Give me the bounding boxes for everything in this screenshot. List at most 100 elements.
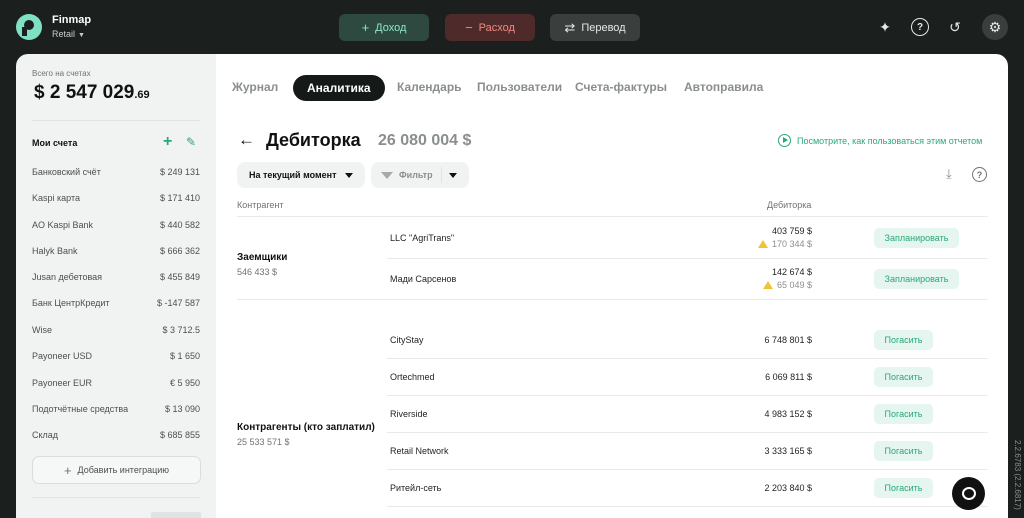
- account-row[interactable]: Payoneer USD $ 1 650: [32, 351, 200, 365]
- group-sum: 25 533 571 $: [237, 437, 290, 447]
- account-balance: $ 171 410: [159, 193, 200, 203]
- tab-analytics[interactable]: Аналитика: [293, 75, 385, 101]
- period-label: На текущий момент: [249, 170, 337, 180]
- repay-button[interactable]: Погасить: [874, 330, 933, 350]
- help-icon[interactable]: ?: [911, 18, 929, 36]
- counterparty-name[interactable]: Ритейл-сеть: [390, 483, 441, 493]
- column-header-receivable: Дебиторка: [767, 200, 812, 210]
- account-name: Payoneer USD: [32, 351, 93, 361]
- back-arrow-icon[interactable]: ←: [238, 130, 255, 150]
- total-balance-value: $ 2 547 029.69: [34, 82, 150, 104]
- history-icon[interactable]: ↺: [946, 18, 964, 36]
- account-row[interactable]: Подотчётные средства $ 13 090: [32, 404, 200, 418]
- divider: [387, 506, 988, 507]
- download-icon[interactable]: ⤓: [946, 166, 952, 182]
- add-income-button[interactable]: + Доход: [339, 14, 429, 41]
- add-income-label: Доход: [375, 21, 407, 34]
- report-help-icon[interactable]: ?: [972, 167, 987, 182]
- tab-users[interactable]: Пользователи: [477, 80, 562, 94]
- divider: [387, 395, 988, 396]
- schedule-button[interactable]: Запланировать: [874, 228, 959, 248]
- group-name: Контрагенты (кто заплатил): [237, 422, 375, 433]
- plus-icon: +: [361, 20, 370, 35]
- filter-icon: [381, 171, 393, 179]
- sparkle-icon[interactable]: ✦: [876, 18, 894, 36]
- repay-button[interactable]: Погасить: [874, 367, 933, 387]
- add-transfer-button[interactable]: ⇄ Перевод: [550, 14, 640, 41]
- workspace-name: Retail: [52, 29, 76, 39]
- account-balance: $ 685 855: [159, 430, 200, 440]
- main-panel: Журнал Аналитика Календарь Пользователи …: [216, 54, 1008, 518]
- account-name: AO Kaspi Bank: [32, 220, 94, 230]
- total-balance-main: $ 2 547 029: [34, 82, 135, 103]
- report-total: 26 080 004 $: [378, 132, 472, 149]
- version-text: 2.2.6783 (2.2.6817): [1013, 440, 1022, 510]
- account-balance: $ 3 712.5: [162, 325, 200, 335]
- chat-button[interactable]: [952, 477, 985, 510]
- tab-calendar[interactable]: Календарь: [397, 80, 462, 94]
- caret-down-icon[interactable]: [449, 173, 457, 178]
- schedule-button[interactable]: Запланировать: [874, 269, 959, 289]
- account-row[interactable]: Halyk Bank $ 666 362: [32, 246, 200, 260]
- account-name: Подотчётные средства: [32, 404, 129, 414]
- repay-button[interactable]: Погасить: [874, 478, 933, 498]
- overdue-value: 170 344 $: [771, 239, 812, 249]
- account-row[interactable]: Склад $ 685 855: [32, 430, 200, 444]
- divider: [387, 358, 988, 359]
- divider: [237, 299, 988, 300]
- account-row[interactable]: Wise $ 3 712.5: [32, 325, 200, 339]
- group-sum: 546 433 $: [237, 267, 278, 277]
- warning-icon: [762, 281, 773, 289]
- finmap-logo[interactable]: [16, 14, 42, 40]
- account-row[interactable]: Банковский счёт $ 249 131: [32, 167, 200, 181]
- how-to-use-label: Посмотрите, как пользоваться этим отчето…: [797, 135, 983, 146]
- gear-icon: ⚙: [988, 18, 1002, 35]
- top-bar: Finmap Retail ▼ + Доход − Расход ⇄ Перевод ✦…: [0, 0, 1024, 54]
- counterparty-name[interactable]: LLC "AgriTrans": [390, 233, 454, 243]
- workspace-selector[interactable]: Retail ▼: [52, 29, 85, 39]
- add-integration-button[interactable]: + Добавить интеграцию: [32, 456, 201, 484]
- tab-journal[interactable]: Журнал: [232, 80, 278, 94]
- filter-dropdown[interactable]: Фильтр: [371, 162, 469, 188]
- total-balance-label: Всего на счетах: [32, 69, 91, 78]
- tab-invoices[interactable]: Счета-фактуры: [575, 80, 667, 94]
- counterparty-name[interactable]: Riverside: [390, 409, 428, 419]
- add-account-icon[interactable]: +: [163, 133, 172, 151]
- add-integration-label: Добавить интеграцию: [77, 465, 170, 475]
- account-name: Payoneer EUR: [32, 378, 93, 388]
- repay-button[interactable]: Погасить: [874, 441, 933, 461]
- account-name: Halyk Bank: [32, 246, 78, 256]
- chevron-down-icon: ▼: [78, 32, 85, 39]
- filter-label: Фильтр: [399, 170, 433, 180]
- counterparty-name[interactable]: Retail Network: [390, 446, 449, 456]
- account-row[interactable]: Jusan дебетовая $ 455 849: [32, 272, 200, 286]
- add-expense-button[interactable]: − Расход: [445, 14, 535, 41]
- account-name: Wise: [32, 325, 52, 335]
- add-transfer-label: Перевод: [581, 21, 626, 34]
- receivable-amount: 142 674 $: [771, 267, 812, 277]
- period-dropdown[interactable]: На текущий момент: [237, 162, 365, 188]
- divider: [387, 469, 988, 470]
- overdue-amount: 170 344 $: [757, 239, 812, 249]
- sidebar-footer-item[interactable]: [151, 512, 201, 518]
- account-row[interactable]: Payoneer EUR € 5 950: [32, 378, 200, 392]
- play-icon: [778, 134, 791, 147]
- account-name: Kaspi карта: [32, 193, 80, 203]
- divider: [237, 216, 988, 217]
- edit-accounts-icon[interactable]: ✎: [186, 135, 196, 149]
- divider: [387, 432, 988, 433]
- account-row[interactable]: Банк ЦентрКредит $ -147 587: [32, 298, 200, 312]
- how-to-use-link[interactable]: Посмотрите, как пользоваться этим отчето…: [778, 134, 982, 147]
- divider: [32, 120, 200, 121]
- settings-button[interactable]: ⚙: [982, 14, 1008, 40]
- counterparty-name[interactable]: Ortechmed: [390, 372, 435, 382]
- account-name: Банковский счёт: [32, 167, 101, 177]
- receivable-amount: 403 759 $: [771, 226, 812, 236]
- tab-autorules[interactable]: Автоправила: [684, 80, 763, 94]
- account-row[interactable]: AO Kaspi Bank $ 440 582: [32, 220, 200, 234]
- repay-button[interactable]: Погасить: [874, 404, 933, 424]
- counterparty-name[interactable]: Мади Сарсенов: [390, 274, 456, 284]
- divider: [32, 497, 200, 498]
- account-row[interactable]: Kaspi карта $ 171 410: [32, 193, 200, 207]
- counterparty-name[interactable]: CityStay: [390, 335, 424, 345]
